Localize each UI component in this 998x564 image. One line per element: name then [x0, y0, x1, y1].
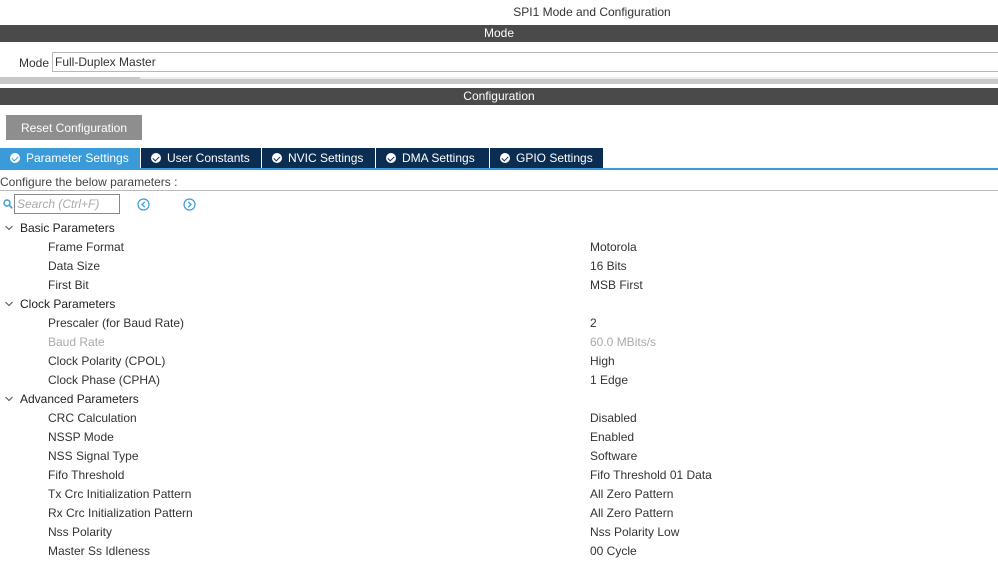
param-row[interactable]: CRC Calculation Disabled — [0, 409, 998, 428]
group-clock-parameters[interactable]: Clock Parameters — [0, 295, 998, 314]
tab-nvic-settings[interactable]: NVIC Settings — [262, 148, 375, 168]
param-value[interactable]: Disabled — [590, 409, 637, 428]
param-row[interactable]: Clock Polarity (CPOL) High — [0, 352, 998, 371]
chevron-down-icon[interactable] — [5, 224, 13, 232]
tab-dma-settings[interactable]: DMA Settings — [376, 148, 489, 168]
param-value[interactable]: High — [590, 352, 615, 371]
param-name: Tx Crc Initialization Pattern — [48, 487, 192, 501]
param-name: Clock Phase (CPHA) — [48, 373, 161, 387]
param-name: Clock Polarity (CPOL) — [48, 354, 166, 368]
param-value[interactable]: 2 — [590, 314, 597, 333]
mode-section-header[interactable]: Mode — [0, 25, 998, 42]
mode-select[interactable] — [52, 52, 998, 72]
param-row[interactable]: NSSP Mode Enabled — [0, 428, 998, 447]
param-name: Baud Rate — [48, 335, 105, 349]
mode-scrollbar-track — [140, 77, 998, 79]
param-name: NSSP Mode — [48, 430, 114, 444]
check-circle-icon — [386, 153, 396, 163]
tab-parameter-settings[interactable]: Parameter Settings — [0, 148, 140, 168]
mode-label: Mode — [19, 56, 50, 70]
param-name: Nss Polarity — [48, 525, 113, 539]
tab-user-constants[interactable]: User Constants — [141, 148, 261, 168]
param-value[interactable]: 16 Bits — [590, 257, 627, 276]
chevron-down-icon[interactable] — [5, 300, 13, 308]
tab-gpio-settings[interactable]: GPIO Settings — [490, 148, 603, 168]
previous-match-icon[interactable] — [137, 198, 150, 211]
param-name: Fifo Threshold — [48, 468, 125, 482]
param-value[interactable]: Software — [590, 447, 637, 466]
divider — [0, 190, 998, 191]
check-circle-icon — [272, 153, 282, 163]
check-circle-icon — [151, 153, 161, 163]
param-name: Data Size — [48, 259, 101, 273]
param-row[interactable]: Clock Phase (CPHA) 1 Edge — [0, 371, 998, 390]
configuration-section-header[interactable]: Configuration — [0, 88, 998, 105]
param-name: Prescaler (for Baud Rate) — [48, 316, 185, 330]
group-basic-parameters[interactable]: Basic Parameters — [0, 219, 998, 238]
param-row[interactable]: Nss Polarity Nss Polarity Low — [0, 523, 998, 542]
param-name: Master Ss Idleness — [48, 544, 151, 558]
tab-label: Parameter Settings — [26, 151, 129, 165]
param-row[interactable]: Prescaler (for Baud Rate) 2 — [0, 314, 998, 333]
param-value: 60.0 MBits/s — [590, 335, 657, 349]
param-value[interactable]: 00 Cycle — [590, 542, 637, 561]
group-advanced-parameters[interactable]: Advanced Parameters — [0, 390, 998, 409]
param-row[interactable]: Fifo Threshold Fifo Threshold 01 Data — [0, 466, 998, 485]
param-row[interactable]: Rx Crc Initialization Pattern All Zero P… — [0, 504, 998, 523]
param-row[interactable]: NSS Signal Type Software — [0, 447, 998, 466]
param-name: Frame Format — [48, 240, 125, 254]
configure-instruction: Configure the below parameters : — [0, 175, 178, 189]
search-input[interactable] — [14, 194, 120, 214]
tab-label: GPIO Settings — [516, 151, 593, 165]
search-icon — [3, 199, 13, 209]
param-name: First Bit — [48, 278, 89, 292]
param-row-disabled: Baud Rate 60.0 MBits/s — [0, 333, 998, 352]
param-value[interactable]: Motorola — [590, 238, 637, 257]
next-match-icon[interactable] — [183, 198, 196, 211]
param-row[interactable]: Tx Crc Initialization Pattern All Zero P… — [0, 485, 998, 504]
param-row[interactable]: Data Size 16 Bits — [0, 257, 998, 276]
param-value[interactable]: Nss Polarity Low — [590, 523, 679, 542]
param-name: CRC Calculation — [48, 411, 137, 425]
check-circle-icon — [500, 153, 510, 163]
window-title: SPI1 Mode and Configuration — [513, 5, 671, 19]
tab-label: DMA Settings — [402, 151, 475, 165]
param-row[interactable]: First Bit MSB First — [0, 276, 998, 295]
chevron-down-icon[interactable] — [5, 395, 13, 403]
settings-tabs: Parameter Settings User Constants NVIC S… — [0, 148, 604, 168]
tab-underline — [0, 168, 998, 170]
param-value[interactable]: Fifo Threshold 01 Data — [590, 466, 712, 485]
tab-label: User Constants — [167, 151, 250, 165]
param-value[interactable]: Enabled — [590, 428, 634, 447]
group-label: Advanced Parameters — [20, 392, 139, 406]
param-row[interactable]: Frame Format Motorola — [0, 238, 998, 257]
param-value[interactable]: All Zero Pattern — [590, 485, 673, 504]
param-name: Rx Crc Initialization Pattern — [48, 506, 193, 520]
param-name: NSS Signal Type — [48, 449, 139, 463]
reset-configuration-button[interactable]: Reset Configuration — [6, 115, 142, 140]
group-label: Basic Parameters — [20, 221, 115, 235]
check-circle-icon — [10, 153, 20, 163]
param-value[interactable]: All Zero Pattern — [590, 504, 673, 523]
param-value[interactable]: MSB First — [590, 276, 643, 295]
param-value[interactable]: 1 Edge — [590, 371, 628, 390]
tab-label: NVIC Settings — [288, 151, 364, 165]
group-label: Clock Parameters — [20, 297, 116, 311]
param-row[interactable]: Master Ss Idleness 00 Cycle — [0, 542, 998, 561]
